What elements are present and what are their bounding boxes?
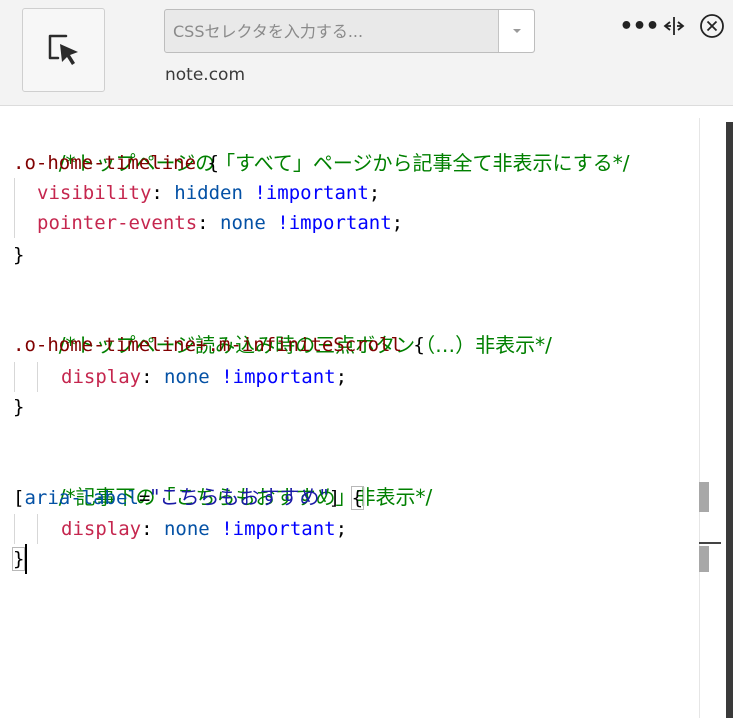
element-picker-button[interactable]: [22, 8, 105, 92]
css-attribute-name: aria-label: [24, 487, 139, 509]
css-value: hidden: [174, 182, 243, 204]
css-important: !important: [277, 212, 392, 234]
scrollbar-cursor-marker: [699, 542, 721, 544]
selector-combobox[interactable]: [164, 9, 535, 53]
open-brace: {: [350, 486, 365, 510]
attr-close-bracket: ]: [328, 487, 341, 509]
css-selector: .o-home-timeline: [13, 152, 197, 174]
attr-open-bracket: [: [13, 487, 25, 509]
open-brace: {: [196, 152, 219, 174]
close-brace: }: [13, 244, 25, 266]
css-important: !important: [254, 182, 369, 204]
code-line: display: none !important;: [61, 518, 348, 540]
css-important: !important: [221, 518, 336, 540]
css-value: none: [220, 212, 266, 234]
chevron-down-icon: [512, 29, 521, 33]
toolbar: note.com •••: [0, 0, 733, 106]
close-brace: }: [13, 396, 25, 418]
indent-guide: [37, 362, 38, 392]
css-property: pointer-events: [37, 212, 198, 234]
attr-equals: =: [138, 487, 151, 509]
code-line: }: [13, 240, 24, 270]
element-picker-icon: [48, 34, 78, 65]
code-line: display: none !important;: [61, 366, 348, 388]
close-icon: [700, 14, 724, 38]
code-line: [aria-label="こちらもおすすめ"] {: [13, 482, 365, 512]
close-brace: }: [11, 547, 26, 571]
more-options-button[interactable]: •••: [619, 12, 659, 40]
code-line: }: [13, 392, 24, 422]
css-selector: .o-home-timeline+.m-infiniteScroll: [13, 334, 402, 356]
css-property: display: [61, 366, 142, 388]
css-value: none: [163, 518, 210, 540]
indent-guide: [37, 514, 38, 544]
css-property: visibility: [37, 182, 152, 204]
code-line: visibility: hidden !important;: [37, 182, 381, 204]
code-line: .o-home-timeline+.m-infiniteScroll {: [13, 330, 425, 360]
code-line: }: [11, 544, 26, 574]
indent-guide: [14, 514, 15, 544]
code-line: pointer-events: none !important;: [37, 212, 404, 234]
selector-dropdown-button[interactable]: [498, 10, 534, 52]
css-property: display: [61, 518, 142, 540]
code-editor[interactable]: /*トップページの「すべて」ページから記事全て非表示にする*/ .o-home-…: [0, 106, 699, 718]
selector-input[interactable]: [165, 10, 498, 52]
close-button[interactable]: [698, 12, 726, 40]
resize-horizontal-icon: [663, 17, 685, 35]
text-cursor: [25, 544, 27, 574]
css-important: !important: [221, 366, 336, 388]
code-line: .o-home-timeline {: [13, 148, 219, 178]
indent-guide: [14, 362, 15, 392]
more-icon: •••: [619, 13, 659, 39]
scrollbar-thumb[interactable]: [726, 122, 733, 718]
scrollbar-marker: [699, 546, 709, 572]
css-value: none: [163, 366, 210, 388]
css-attribute-value: "こちらもおすすめ": [150, 485, 329, 509]
indent-guide: [14, 178, 15, 238]
site-domain: note.com: [165, 65, 246, 85]
open-brace: {: [401, 334, 425, 356]
code-line: /*トップページの「すべて」ページから記事全て非表示にする*/: [13, 118, 630, 175]
code-line: /*記事下の「こちらもおすすめ」非表示*/: [13, 452, 432, 509]
scrollbar-marker: [699, 482, 709, 512]
resize-panel-button[interactable]: [660, 12, 688, 40]
code-line: /*トップページ読み込み時の三点ボタン（…）非表示*/: [13, 300, 552, 357]
